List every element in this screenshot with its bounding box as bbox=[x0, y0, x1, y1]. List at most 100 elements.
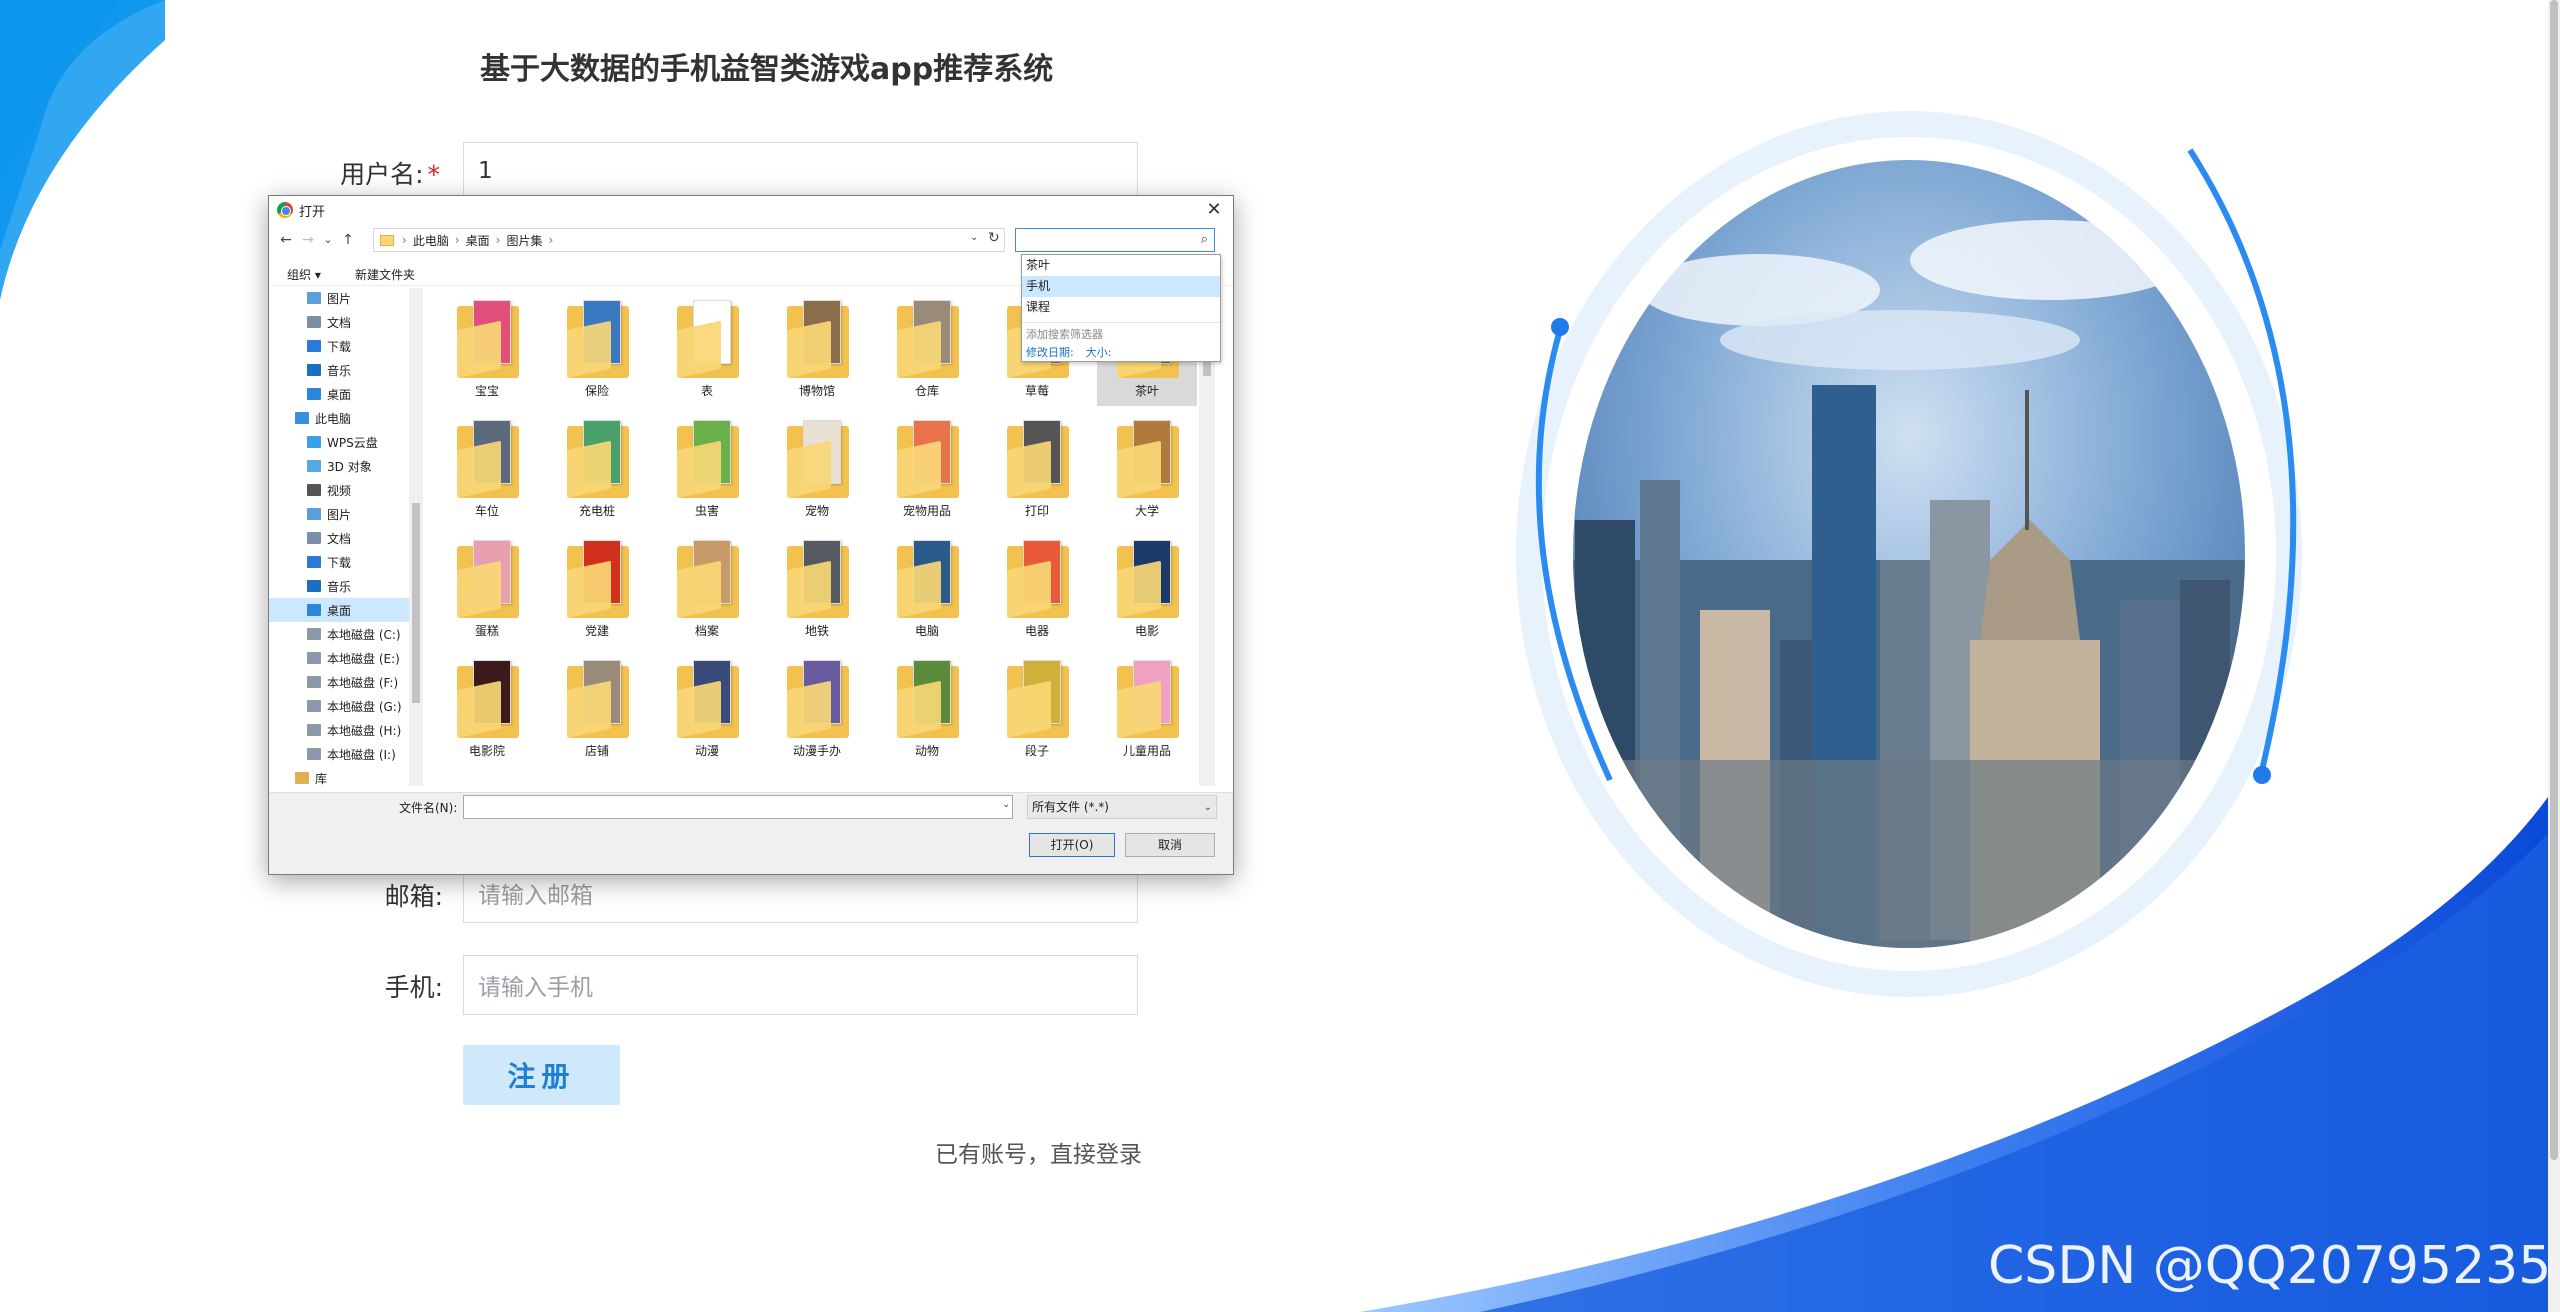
register-button[interactable]: 注册 bbox=[463, 1045, 620, 1105]
suggestion-item[interactable]: 手机 bbox=[1022, 276, 1220, 297]
sidebar-item[interactable]: 音乐 bbox=[269, 574, 409, 598]
folder-item[interactable]: 电影院 bbox=[437, 648, 537, 766]
sidebar-item[interactable]: 文档 bbox=[269, 310, 409, 334]
folder-item-partial[interactable] bbox=[1097, 768, 1197, 786]
sidebar-item[interactable]: 库 bbox=[269, 766, 409, 786]
address-bar[interactable]: › 此电脑 › 桌面 › 图片集 › ⌄ ↻ bbox=[373, 228, 1005, 252]
sidebar-item-label: 库 bbox=[315, 771, 328, 786]
folder-icon bbox=[380, 234, 394, 246]
sidebar-item-label: 桌面 bbox=[327, 387, 352, 402]
folder-item-partial[interactable] bbox=[437, 768, 537, 786]
folder-name: 地铁 bbox=[804, 624, 829, 638]
folder-item-partial[interactable] bbox=[657, 768, 757, 786]
folder-item[interactable]: 电器 bbox=[987, 528, 1087, 646]
folder-item-partial[interactable] bbox=[767, 768, 867, 786]
sidebar-item[interactable]: 下载 bbox=[269, 550, 409, 574]
sidebar-item[interactable]: 音乐 bbox=[269, 358, 409, 382]
search-box[interactable]: ⌕ bbox=[1015, 228, 1215, 252]
sidebar-item[interactable]: 此电脑 bbox=[269, 406, 409, 430]
folder-item-partial[interactable] bbox=[987, 768, 1087, 786]
suggestion-item[interactable]: 课程 bbox=[1022, 297, 1220, 318]
folder-item-partial[interactable] bbox=[877, 768, 977, 786]
breadcrumb-desktop[interactable]: 桌面 bbox=[466, 232, 490, 249]
cancel-button[interactable]: 取消 bbox=[1125, 833, 1215, 857]
folder-item[interactable]: 电影 bbox=[1097, 528, 1197, 646]
organize-button[interactable]: 组织 ▾ bbox=[287, 266, 321, 283]
sidebar-item[interactable]: 本地磁盘 (F:) bbox=[269, 670, 409, 694]
folder-item[interactable]: 动漫 bbox=[657, 648, 757, 766]
sidebar-item[interactable]: 本地磁盘 (G:) bbox=[269, 694, 409, 718]
folder-item[interactable]: 党建 bbox=[547, 528, 647, 646]
folder-icon bbox=[673, 660, 743, 738]
up-arrow-icon[interactable]: ↑ bbox=[339, 230, 357, 250]
sidebar-item[interactable]: 下载 bbox=[269, 334, 409, 358]
phone-input[interactable]: 请输入手机 bbox=[463, 955, 1138, 1015]
sidebar-scrollbar-thumb[interactable] bbox=[412, 503, 420, 703]
back-arrow-icon[interactable]: ← bbox=[277, 230, 295, 250]
folder-item[interactable]: 博物馆 bbox=[767, 288, 867, 406]
folder-item[interactable]: 地铁 bbox=[767, 528, 867, 646]
sidebar-item-label: 本地磁盘 (F:) bbox=[327, 675, 399, 690]
search-input[interactable] bbox=[1016, 230, 1186, 250]
filter-size[interactable]: 大小: bbox=[1086, 344, 1112, 360]
folder-icon bbox=[453, 780, 523, 786]
folder-item[interactable]: 打印 bbox=[987, 408, 1087, 526]
page-scrollbar-thumb[interactable] bbox=[2550, 0, 2558, 1160]
pictures-icon bbox=[307, 508, 321, 520]
sidebar-item[interactable]: 文档 bbox=[269, 526, 409, 550]
sidebar-item[interactable]: 图片 bbox=[269, 502, 409, 526]
folder-item[interactable]: 宠物用品 bbox=[877, 408, 977, 526]
sidebar-item[interactable]: 本地磁盘 (I:) bbox=[269, 742, 409, 766]
folder-item[interactable]: 宠物 bbox=[767, 408, 867, 526]
folder-item[interactable]: 动漫手办 bbox=[767, 648, 867, 766]
sidebar-item[interactable]: 本地磁盘 (E:) bbox=[269, 646, 409, 670]
folder-item[interactable]: 儿童用品 bbox=[1097, 648, 1197, 766]
breadcrumb-pictures[interactable]: 图片集 bbox=[506, 232, 542, 249]
sidebar-item[interactable]: WPS云盘 bbox=[269, 430, 409, 454]
folder-name: 大学 bbox=[1134, 504, 1159, 518]
sidebar-item[interactable]: 3D 对象 bbox=[269, 454, 409, 478]
sidebar-item[interactable]: 桌面 bbox=[269, 382, 409, 406]
sidebar-item[interactable]: 视频 bbox=[269, 478, 409, 502]
folder-item[interactable]: 虫害 bbox=[657, 408, 757, 526]
chevron-down-icon[interactable]: ⌄ bbox=[1002, 799, 1010, 810]
close-icon[interactable]: ✕ bbox=[1203, 199, 1225, 220]
sidebar-item[interactable]: 本地磁盘 (C:) bbox=[269, 622, 409, 646]
recent-locations-icon[interactable]: ⌄ bbox=[319, 230, 337, 250]
username-input[interactable]: 1 bbox=[463, 142, 1138, 200]
folder-item[interactable]: 动物 bbox=[877, 648, 977, 766]
forward-arrow-icon[interactable]: → bbox=[299, 230, 317, 250]
folder-item[interactable]: 充电桩 bbox=[547, 408, 647, 526]
sidebar-item[interactable]: 桌面 bbox=[269, 598, 409, 622]
folder-item[interactable]: 表 bbox=[657, 288, 757, 406]
folder-icon bbox=[783, 420, 853, 498]
username-label-text: 用户名: bbox=[340, 160, 424, 189]
folder-item[interactable]: 大学 bbox=[1097, 408, 1197, 526]
search-icon[interactable]: ⌕ bbox=[1201, 232, 1208, 247]
folder-item[interactable]: 档案 bbox=[657, 528, 757, 646]
sidebar-item[interactable]: 图片 bbox=[269, 288, 409, 310]
chevron-down-icon[interactable]: ⌄ bbox=[970, 232, 978, 243]
sidebar-item[interactable]: 本地磁盘 (H:) bbox=[269, 718, 409, 742]
filetype-select[interactable]: 所有文件 (*.*) ⌄ bbox=[1027, 795, 1217, 819]
folder-icon bbox=[563, 660, 633, 738]
new-folder-button[interactable]: 新建文件夹 bbox=[355, 266, 415, 283]
folder-item[interactable]: 电脑 bbox=[877, 528, 977, 646]
filter-modified-date[interactable]: 修改日期: bbox=[1026, 344, 1074, 360]
folder-item[interactable]: 蛋糕 bbox=[437, 528, 537, 646]
folder-item[interactable]: 车位 bbox=[437, 408, 537, 526]
filename-input[interactable] bbox=[463, 795, 1013, 819]
dialog-titlebar[interactable]: 打开 ✕ bbox=[269, 196, 1233, 224]
refresh-icon[interactable]: ↻ bbox=[988, 230, 1000, 246]
folder-item-partial[interactable] bbox=[547, 768, 647, 786]
breadcrumb-this-pc[interactable]: 此电脑 bbox=[413, 232, 449, 249]
suggestion-item[interactable]: 茶叶 bbox=[1022, 255, 1220, 276]
folder-item[interactable]: 仓库 bbox=[877, 288, 977, 406]
folder-item[interactable]: 宝宝 bbox=[437, 288, 537, 406]
open-button[interactable]: 打开(O) bbox=[1029, 833, 1115, 857]
folder-item[interactable]: 店铺 bbox=[547, 648, 647, 766]
navigation-pane: 库 本地磁盘 (I:) 本地磁盘 (H:) 本地磁盘 (G:) 本地磁盘 (F:) 本地磁… bbox=[269, 288, 425, 786]
login-link[interactable]: 已有账号，直接登录 bbox=[935, 1135, 1142, 1169]
folder-item[interactable]: 保险 bbox=[547, 288, 647, 406]
folder-item[interactable]: 段子 bbox=[987, 648, 1087, 766]
